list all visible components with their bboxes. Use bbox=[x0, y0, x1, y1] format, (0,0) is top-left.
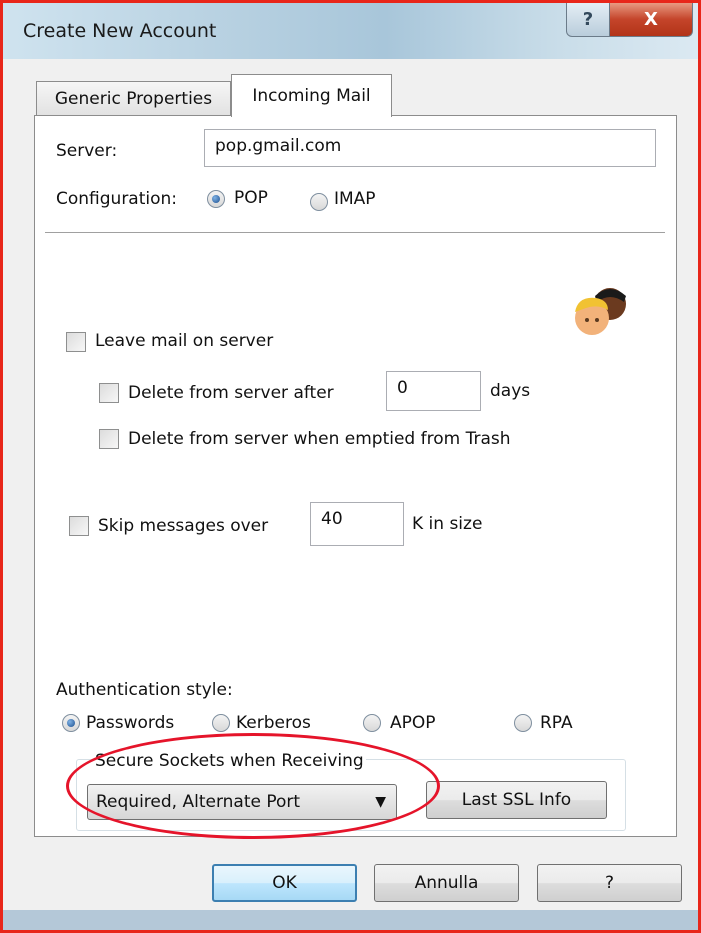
delete-trash-checkbox[interactable] bbox=[99, 429, 119, 449]
rpa-label[interactable]: RPA bbox=[540, 713, 573, 733]
help-label: ? bbox=[604, 873, 615, 893]
ssl-mode-dropdown[interactable]: Required, Alternate Port ▼ bbox=[87, 784, 397, 820]
ssl-mode-value: Required, Alternate Port bbox=[96, 792, 301, 812]
auth-style-label: Authentication style: bbox=[56, 680, 233, 700]
server-label: Server: bbox=[56, 141, 118, 161]
configuration-label: Configuration: bbox=[56, 189, 178, 209]
delete-after-label[interactable]: Delete from server after bbox=[128, 383, 334, 403]
ok-button[interactable]: OK bbox=[212, 864, 357, 902]
close-icon: X bbox=[644, 9, 658, 30]
passwords-radio[interactable] bbox=[62, 714, 80, 732]
title-bar[interactable]: Create New Account ? X bbox=[3, 3, 698, 59]
leave-mail-label[interactable]: Leave mail on server bbox=[95, 331, 273, 351]
days-label: days bbox=[490, 381, 531, 401]
pop-radio[interactable] bbox=[207, 190, 225, 208]
kerberos-label[interactable]: Kerberos bbox=[236, 713, 311, 733]
last-ssl-info-button[interactable]: Last SSL Info bbox=[426, 781, 607, 819]
rpa-radio[interactable] bbox=[514, 714, 532, 732]
k-in-size-label: K in size bbox=[412, 514, 483, 534]
server-value: pop.gmail.com bbox=[215, 136, 342, 156]
delete-after-checkbox[interactable] bbox=[99, 383, 119, 403]
delete-trash-label[interactable]: Delete from server when emptied from Tra… bbox=[128, 429, 511, 449]
delete-after-days-input[interactable]: 0 bbox=[386, 371, 481, 411]
tab-incoming-mail[interactable]: Incoming Mail bbox=[231, 74, 392, 117]
skip-size-input[interactable]: 40 bbox=[310, 502, 404, 546]
title-close-button[interactable]: X bbox=[609, 3, 693, 37]
ok-label: OK bbox=[272, 873, 297, 893]
chevron-down-icon: ▼ bbox=[375, 794, 386, 810]
cancel-button[interactable]: Annulla bbox=[374, 864, 519, 902]
ssl-group-label: Secure Sockets when Receiving bbox=[93, 751, 366, 771]
tab-label: Generic Properties bbox=[54, 88, 213, 109]
apop-radio[interactable] bbox=[363, 714, 381, 732]
delete-after-days-value: 0 bbox=[397, 378, 408, 398]
skip-messages-checkbox[interactable] bbox=[69, 516, 89, 536]
window-title: Create New Account bbox=[23, 20, 217, 42]
help-button[interactable]: ? bbox=[537, 864, 682, 902]
window-bottom-border bbox=[3, 910, 698, 930]
skip-messages-label[interactable]: Skip messages over bbox=[98, 516, 268, 536]
last-ssl-info-label: Last SSL Info bbox=[461, 790, 572, 810]
users-icon bbox=[575, 288, 626, 335]
leave-mail-checkbox[interactable] bbox=[66, 332, 86, 352]
help-icon: ? bbox=[582, 9, 594, 30]
server-input[interactable]: pop.gmail.com bbox=[204, 129, 656, 167]
separator bbox=[45, 232, 665, 233]
skip-size-value: 40 bbox=[321, 509, 343, 529]
tab-label: Incoming Mail bbox=[252, 86, 371, 106]
passwords-label[interactable]: Passwords bbox=[86, 713, 174, 733]
imap-label[interactable]: IMAP bbox=[334, 189, 376, 209]
pop-label[interactable]: POP bbox=[234, 188, 268, 208]
apop-label[interactable]: APOP bbox=[390, 713, 436, 733]
tab-generic-properties[interactable]: Generic Properties bbox=[36, 81, 231, 115]
imap-radio[interactable] bbox=[310, 193, 328, 211]
title-help-button[interactable]: ? bbox=[566, 3, 610, 37]
cancel-label: Annulla bbox=[414, 873, 479, 893]
kerberos-radio[interactable] bbox=[212, 714, 230, 732]
